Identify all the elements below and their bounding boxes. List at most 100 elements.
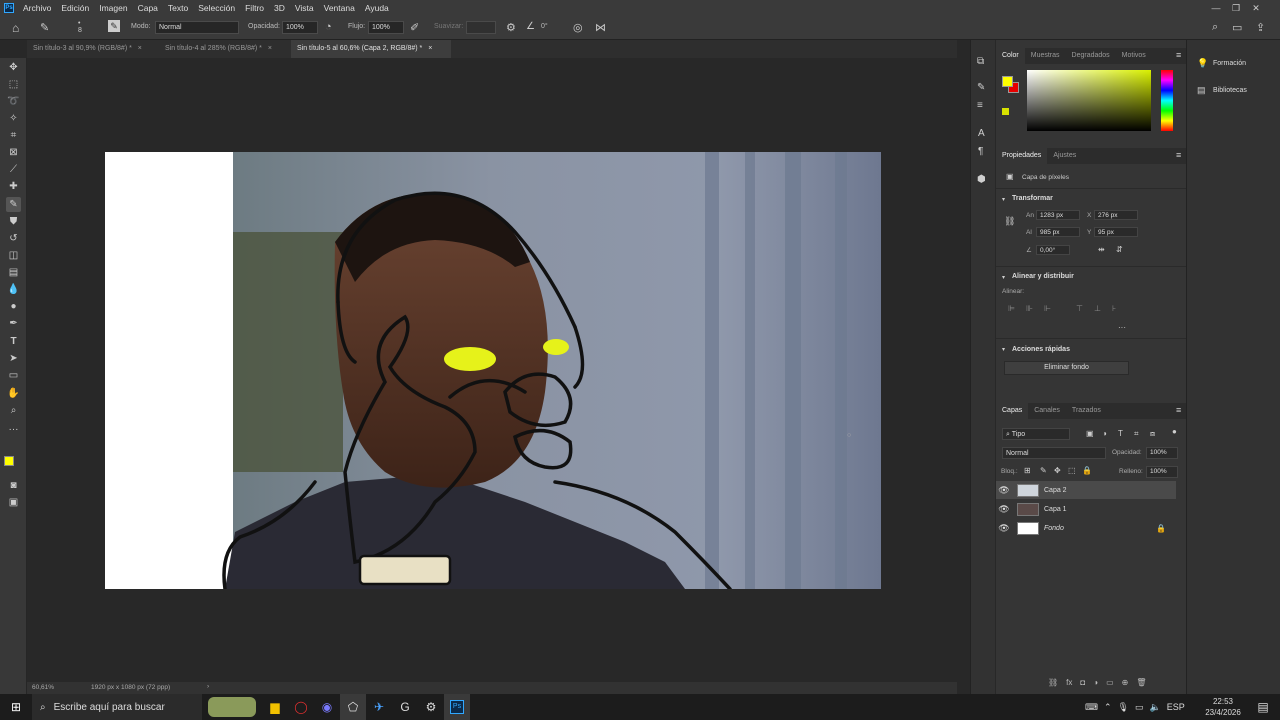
height-field[interactable]: 985 px <box>1036 227 1080 237</box>
minimize-icon[interactable]: — <box>1206 0 1226 16</box>
eraser-tool-icon[interactable]: ◫ <box>6 248 21 263</box>
microphone-icon[interactable]: 🎙 <box>1118 702 1129 713</box>
taskbar-search-box[interactable]: ⌕ Escribe aquí para buscar <box>32 694 202 720</box>
healing-tool-icon[interactable]: ✚ <box>6 179 21 194</box>
zoom-tool-icon[interactable]: ⌕ <box>6 403 21 418</box>
chevron-right-icon[interactable]: › <box>207 683 209 690</box>
brush-preset-icon[interactable]: ✎ <box>40 21 49 34</box>
menu-3d[interactable]: 3D <box>269 3 290 13</box>
layer-row-capa-2[interactable]: 👁 Capa 2 <box>996 481 1176 499</box>
mode-select[interactable]: Normal <box>155 21 239 34</box>
type-tool-icon[interactable]: T <box>6 334 21 349</box>
new-group-icon[interactable]: ▭ <box>1106 678 1114 687</box>
desktop-icon[interactable]: ⌨ <box>1085 702 1098 713</box>
quick-select-tool-icon[interactable]: ✧ <box>6 111 21 126</box>
align-middle-icon[interactable]: ⊥ <box>1094 304 1101 313</box>
path-select-icon[interactable]: ➤ <box>6 351 21 366</box>
layer-row-fondo[interactable]: 👁 Fondo 🔒 <box>996 519 1176 537</box>
align-center-icon[interactable]: ⊪ <box>1026 304 1033 313</box>
screen-mode-icon[interactable]: ▣ <box>6 495 21 510</box>
chevron-down-icon[interactable]: ▾ <box>1002 346 1005 353</box>
symmetry-icon[interactable]: ⋈ <box>595 21 606 34</box>
lock-transparency-icon[interactable]: ⊞ <box>1024 466 1031 475</box>
opacity-field[interactable]: 100% <box>282 21 318 34</box>
paragraph-icon[interactable]: ¶ <box>978 146 983 157</box>
lasso-tool-icon[interactable]: ➰ <box>6 94 21 109</box>
layer-row-capa-1[interactable]: 👁 Capa 1 <box>996 500 1176 518</box>
gradient-tool-icon[interactable]: ▤ <box>6 265 21 280</box>
angle-field[interactable]: 0,00° <box>1036 245 1070 255</box>
color-field[interactable] <box>1027 70 1151 131</box>
flip-vertical-icon[interactable]: ⇵ <box>1116 245 1123 254</box>
tab-capas[interactable]: Capas <box>996 403 1029 419</box>
close-icon[interactable]: ✕ <box>1246 0 1266 16</box>
filter-type-icon[interactable]: T <box>1118 429 1123 438</box>
gear-icon[interactable]: ⚙ <box>506 21 516 34</box>
filter-pixel-icon[interactable]: ▣ <box>1086 429 1094 438</box>
blur-tool-icon[interactable]: 💧 <box>6 282 21 297</box>
restore-icon[interactable]: ❐ <box>1226 0 1246 16</box>
link-icon[interactable]: ⛓ <box>1004 216 1015 227</box>
more-tools-icon[interactable]: ··· <box>6 422 21 437</box>
menu-filtro[interactable]: Filtro <box>240 3 269 13</box>
tab-muestras[interactable]: Muestras <box>1025 48 1066 64</box>
rectangle-tool-icon[interactable]: ▭ <box>6 368 21 383</box>
crop-tool-icon[interactable]: ⌗ <box>6 128 21 143</box>
notifications-icon[interactable]: ▤ <box>1250 694 1276 720</box>
tab-ajustes[interactable]: Ajustes <box>1047 148 1082 164</box>
app-g-icon[interactable]: G <box>392 694 418 720</box>
lock-pixels-icon[interactable]: ✎ <box>1040 466 1047 475</box>
blend-mode-select[interactable]: Normal <box>1002 447 1106 459</box>
tab-trazados[interactable]: Trazados <box>1066 403 1107 419</box>
panel-menu-icon[interactable]: ≡ <box>1176 405 1181 415</box>
width-field[interactable]: 1283 px <box>1036 210 1080 220</box>
eye-icon[interactable]: 👁 <box>996 485 1012 496</box>
document-canvas[interactable] <box>105 152 881 589</box>
flow-field[interactable]: 100% <box>368 21 404 34</box>
layer-filter-select[interactable]: ⌕ Tipo <box>1002 428 1070 440</box>
filter-smart-icon[interactable]: ⧈ <box>1150 429 1155 439</box>
eyedropper-tool-icon[interactable]: ⟋ <box>6 162 21 177</box>
align-right-icon[interactable]: ⊩ <box>1044 304 1051 313</box>
brush-panel-icon[interactable]: ✎ <box>977 82 985 93</box>
panel-menu-icon[interactable]: ≡ <box>1176 150 1181 160</box>
dodge-tool-icon[interactable]: ● <box>6 299 21 314</box>
add-mask-icon[interactable]: ◘ <box>1080 678 1085 687</box>
hand-tool-icon[interactable]: ✋ <box>6 386 21 401</box>
more-options-icon[interactable]: ··· <box>1118 323 1126 332</box>
tab-sin-titulo-5[interactable]: Sin título-5 al 60,6% (Capa 2, RGB/8#) *… <box>291 40 451 58</box>
move-tool-icon[interactable]: ✥ <box>6 60 21 75</box>
lock-position-icon[interactable]: ✥ <box>1054 466 1061 475</box>
tab-sin-titulo-4[interactable]: Sin título-4 al 285% (RGB/8#) * × <box>159 40 289 58</box>
adjustment-layer-icon[interactable]: ◑ <box>1093 678 1098 687</box>
tab-canales[interactable]: Canales <box>1028 403 1066 419</box>
menu-edicion[interactable]: Edición <box>56 3 94 13</box>
opera-icon[interactable]: ◯ <box>288 694 314 720</box>
marquee-tool-icon[interactable]: ⬚ <box>6 77 21 92</box>
airbrush-icon[interactable]: ✐ <box>410 21 419 34</box>
stamp-tool-icon[interactable]: ⛊ <box>6 214 21 229</box>
layer-name[interactable]: Capa 2 <box>1044 487 1067 494</box>
align-left-icon[interactable]: ⊫ <box>1008 304 1015 313</box>
brush-settings-icon[interactable]: ✎ <box>108 20 120 32</box>
flip-horizontal-icon[interactable]: ⇹ <box>1098 245 1105 254</box>
history-icon[interactable]: ⧉ <box>977 56 984 67</box>
menu-texto[interactable]: Texto <box>163 3 193 13</box>
align-top-icon[interactable]: ⊤ <box>1076 304 1083 313</box>
remove-background-button[interactable]: Eliminar fondo <box>1004 361 1129 375</box>
link-layers-icon[interactable]: ⛓ <box>1048 678 1058 687</box>
workspace-icon[interactable]: ▭ <box>1232 21 1242 34</box>
filter-toggle-icon[interactable]: ● <box>1172 427 1177 436</box>
filter-adjust-icon[interactable]: ◑ <box>1102 429 1107 438</box>
tab-motivos[interactable]: Motivos <box>1116 48 1152 64</box>
volume-icon[interactable]: 🔈 <box>1150 702 1161 713</box>
history-brush-icon[interactable]: ↺ <box>6 231 21 246</box>
menu-archivo[interactable]: Archivo <box>18 3 56 13</box>
lock-artboard-icon[interactable]: ⬚ <box>1068 466 1076 475</box>
app-bird-icon[interactable]: ✈ <box>366 694 392 720</box>
panel-menu-icon[interactable]: ≡ <box>1176 50 1181 60</box>
hue-slider[interactable] <box>1161 70 1173 131</box>
layer-opacity-field[interactable]: 100% <box>1146 447 1178 459</box>
photoshop-taskbar-icon[interactable]: Ps <box>444 694 470 720</box>
chevron-down-icon[interactable]: ▾ <box>1002 274 1005 281</box>
